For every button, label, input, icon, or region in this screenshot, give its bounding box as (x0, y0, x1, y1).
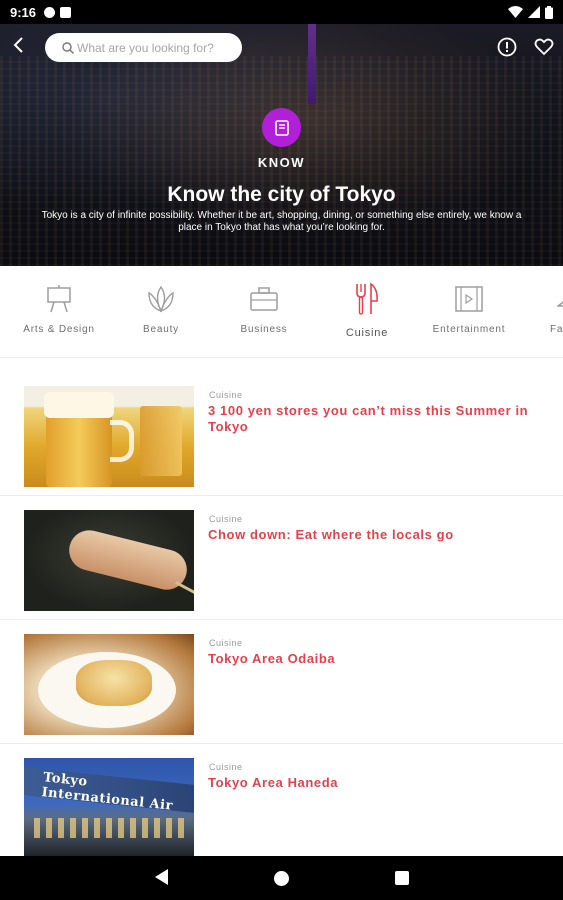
article-category: Cuisine (209, 762, 243, 772)
wifi-icon (508, 6, 523, 18)
list-item[interactable]: Tokyo International Air Cuisine Tokyo Ar… (0, 744, 563, 868)
hero-banner: KNOW Know the city of Tokyo Tokyo is a c… (0, 24, 563, 266)
page-title: Know the city of Tokyo (167, 183, 396, 206)
briefcase-icon (250, 287, 278, 311)
lotus-icon (148, 285, 174, 313)
list-item[interactable]: Cuisine Tokyo Area Odaiba (0, 620, 563, 744)
tab-beauty[interactable]: Beauty (111, 283, 211, 335)
know-badge (262, 108, 301, 147)
article-category: Cuisine (209, 638, 243, 648)
hanger-icon (557, 301, 563, 307)
airport-sign-text: Tokyo International Air (40, 770, 174, 814)
article-title[interactable]: 3 100 yen stores you can’t miss this Sum… (208, 403, 538, 435)
easel-icon (47, 285, 71, 313)
nav-back-icon[interactable] (155, 869, 168, 885)
pancake-image (24, 634, 194, 735)
category-tabs: Arts & Design Beauty Business Cuisine En… (0, 266, 563, 358)
airport-image: Tokyo International Air (24, 758, 194, 859)
battery-icon (545, 5, 553, 19)
book-icon (274, 119, 289, 136)
article-title[interactable]: Tokyo Area Haneda (208, 775, 538, 791)
nav-home-icon[interactable] (274, 871, 289, 886)
article-category: Cuisine (209, 514, 243, 524)
article-title[interactable]: Tokyo Area Odaiba (208, 651, 538, 667)
search-bar[interactable] (45, 33, 242, 62)
article-list: Cuisine 3 100 yen stores you can’t miss … (0, 372, 563, 868)
tab-business[interactable]: Business (214, 283, 314, 335)
heart-icon[interactable] (534, 37, 554, 57)
parking-notification-icon (44, 6, 56, 18)
sim-card-icon (60, 6, 72, 18)
list-item[interactable]: Cuisine Chow down: Eat where the locals … (0, 496, 563, 620)
yakitori-image (24, 510, 194, 611)
page-description: Tokyo is a city of infinite possibility.… (41, 210, 522, 233)
article-title[interactable]: Chow down: Eat where the locals go (208, 527, 538, 543)
search-icon (62, 41, 74, 54)
fork-knife-icon (356, 283, 378, 315)
status-bar: 9:16 (0, 0, 563, 24)
tab-label: Fa (550, 324, 563, 335)
tab-label: Cuisine (345, 327, 389, 339)
chevron-left-icon (13, 37, 23, 53)
system-nav-bar (0, 856, 563, 900)
info-icon[interactable] (497, 37, 517, 57)
status-time: 9:16 (10, 4, 37, 20)
tab-label: Arts & Design (23, 324, 95, 335)
tab-fashion[interactable]: Fa (521, 283, 563, 335)
signal-icon (528, 6, 540, 18)
back-button[interactable] (8, 36, 30, 58)
tab-entertainment[interactable]: Entertainment (419, 283, 519, 335)
section-label: KNOW (257, 155, 306, 170)
tab-label: Entertainment (432, 324, 506, 335)
list-item[interactable]: Cuisine 3 100 yen stores you can’t miss … (0, 372, 563, 496)
tab-cuisine[interactable]: Cuisine (317, 283, 417, 339)
nav-recents-icon[interactable] (395, 871, 409, 885)
tab-arts-design[interactable]: Arts & Design (9, 283, 109, 335)
article-category: Cuisine (209, 390, 243, 400)
search-input[interactable] (77, 40, 237, 55)
film-icon (455, 286, 483, 312)
tab-label: Beauty (143, 324, 179, 335)
beer-mug-image (24, 386, 194, 487)
tab-label: Business (240, 324, 288, 335)
